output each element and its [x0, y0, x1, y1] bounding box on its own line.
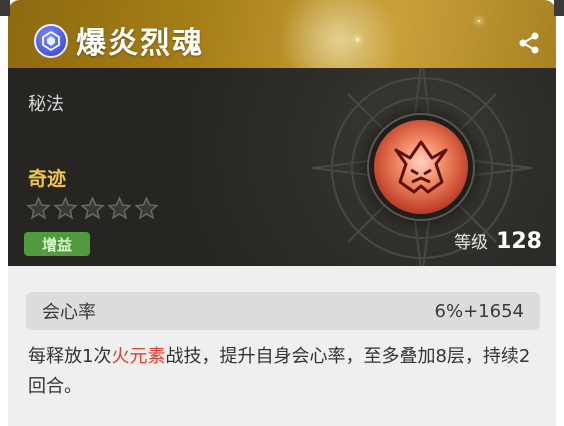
skill-info-panel: 秘法 奇迹 增益 等级 128 [8, 68, 556, 266]
share-icon[interactable] [516, 30, 542, 56]
skill-title: 爆炎烈魂 [76, 26, 204, 61]
frame-corner [554, 0, 564, 16]
star-outline-icon [53, 196, 78, 221]
level-value: 128 [496, 229, 542, 254]
blue-crest-icon [34, 24, 68, 58]
card-header: 爆炎烈魂 [8, 0, 556, 68]
stat-name: 会心率 [42, 302, 96, 323]
star-outline-icon [26, 196, 51, 221]
level-label: 等级 [454, 233, 489, 253]
stat-row: 会心率 6%+1654 [26, 292, 540, 330]
star-outline-icon [80, 196, 105, 221]
skill-category: 秘法 [28, 94, 64, 115]
level-display: 等级 128 [454, 228, 542, 254]
frame-corner [0, 0, 10, 16]
element-highlight: 火元素 [111, 346, 166, 367]
star-rating [26, 196, 159, 221]
flame-demon-icon [374, 120, 468, 214]
stat-value: 6%+1654 [434, 300, 524, 322]
description-text: 每释放1次 [28, 346, 112, 367]
skill-description: 每释放1次火元素战技，提升自身会心率，至多叠加8层，持续2回合。 [28, 342, 544, 402]
star-outline-icon [134, 196, 159, 221]
sparkle [356, 38, 359, 41]
buff-tag: 增益 [24, 232, 90, 256]
star-outline-icon [107, 196, 132, 221]
sparkle [478, 20, 480, 22]
rarity-label: 奇迹 [28, 168, 67, 190]
skill-card: 爆炎烈魂 秘法 奇迹 增益 等级 128 会心率 6%+1654 每释放1次火元… [8, 0, 556, 426]
